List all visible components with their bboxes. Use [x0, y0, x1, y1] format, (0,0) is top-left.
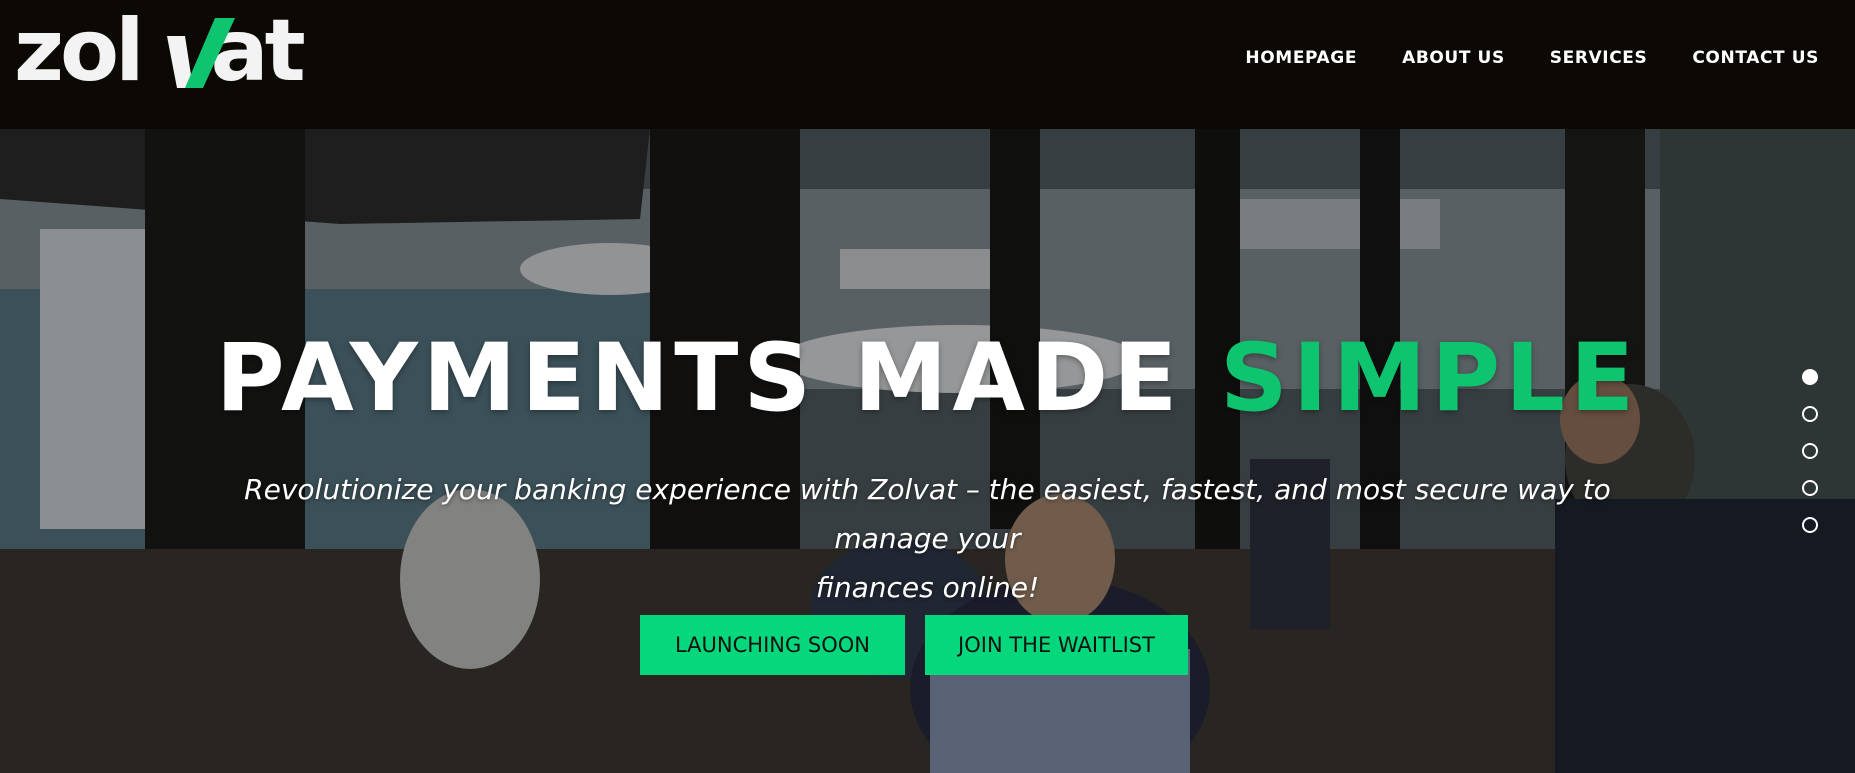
slider-dot-1[interactable] — [1802, 369, 1818, 385]
nav-about-us[interactable]: ABOUT US — [1402, 48, 1505, 68]
logo-v-mark-icon — [167, 18, 235, 88]
slider-pagination — [1802, 369, 1818, 533]
headline-accent: SIMPLE — [1220, 324, 1640, 433]
logo-wordmark: zol at — [14, 8, 306, 94]
hero-cta-group: LAUNCHING SOON JOIN THE WAITLIST — [640, 615, 1188, 675]
nav-services[interactable]: SERVICES — [1550, 48, 1648, 68]
subtitle-line-2: finances online! — [815, 571, 1040, 604]
logo-text-before: zol — [14, 1, 145, 101]
hero-headline: PAYMENTS MADE SIMPLE — [0, 329, 1855, 429]
nav-contact-us[interactable]: CONTACT US — [1692, 48, 1819, 68]
subtitle-line-1: Revolutionize your banking experience wi… — [244, 473, 1611, 555]
slider-dot-5[interactable] — [1802, 517, 1818, 533]
hero-subtitle: Revolutionize your banking experience wi… — [200, 465, 1655, 612]
launching-soon-button[interactable]: LAUNCHING SOON — [640, 615, 905, 675]
nav-homepage[interactable]: HOMEPAGE — [1245, 48, 1357, 68]
slider-dot-3[interactable] — [1802, 443, 1818, 459]
zolvat-logo[interactable]: zol at — [14, 8, 314, 96]
hero-dark-overlay — [0, 129, 1855, 773]
headline-main: PAYMENTS MADE — [215, 324, 1183, 433]
hero-section: PAYMENTS MADE SIMPLE Revolutionize your … — [0, 129, 1855, 773]
slider-dot-2[interactable] — [1802, 406, 1818, 422]
main-nav: HOMEPAGE ABOUT US SERVICES CONTACT US — [1245, 48, 1819, 68]
site-header: zol at HOMEPAGE ABOUT US SERVICES CONTACT… — [0, 0, 1855, 129]
join-waitlist-button[interactable]: JOIN THE WAITLIST — [925, 615, 1188, 675]
slider-dot-4[interactable] — [1802, 480, 1818, 496]
